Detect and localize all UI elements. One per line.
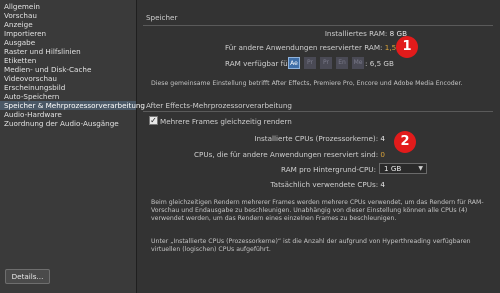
mp-note-2: Unter „Installierte CPUs (Prozessorkerne… xyxy=(151,238,471,253)
ram-per-cpu-value: 1 GB xyxy=(384,164,402,173)
sidebar-item[interactable]: Auto-Speichern xyxy=(0,92,136,101)
media-encoder-icon: Me xyxy=(352,57,364,69)
details-button[interactable]: Details... xyxy=(5,269,50,284)
settings-panel: Speicher Installiertes RAM: 8 GB Für and… xyxy=(143,0,497,293)
reserved-ram-label: Für andere Anwendungen reservierter RAM: xyxy=(224,43,383,52)
render-multiple-frames-label[interactable]: Mehrere Frames gleichzeitig rendern xyxy=(160,117,292,126)
sidebar-item[interactable]: Speicher & Mehrprozessorverarbeitung xyxy=(0,101,145,110)
installed-cpus-label: Installierte CPUs (Prozessorkerne): xyxy=(254,134,379,143)
prelude-icon: Pr xyxy=(320,57,332,69)
mp-section-title: After Effects-Mehrprozessorverarbeitung xyxy=(146,101,292,110)
callout-badge-1: 1 xyxy=(396,36,418,58)
sidebar-item[interactable]: Videovorschau xyxy=(0,74,136,83)
divider xyxy=(143,25,493,26)
preferences-sidebar: Allgemein Vorschau Anzeige Importieren Ausga… xyxy=(0,0,145,293)
ram-available-label: RAM verfügbar für xyxy=(225,59,291,68)
reserved-ram-value[interactable]: 1,5 xyxy=(385,43,396,52)
render-multiple-frames-checkbox[interactable]: ✓ xyxy=(149,116,158,125)
ram-per-cpu-label: RAM pro Hintergrund-CPU: xyxy=(281,165,376,174)
reserved-cpus-label: CPUs, die für andere Anwendungen reservi… xyxy=(193,150,379,159)
encore-icon: En xyxy=(336,57,348,69)
reserved-ram-row: Für andere Anwendungen reservierter RAM:… xyxy=(225,43,409,52)
actual-cpus-label: Tatsächlich verwendete CPUs: xyxy=(270,180,379,189)
sidebar-item[interactable]: Medien- und Disk-Cache xyxy=(0,65,136,74)
reserved-cpus-row: CPUs, die für andere Anwendungen reservi… xyxy=(194,150,385,159)
installed-cpus-value: 4 xyxy=(380,134,385,143)
installed-cpus-row: Installierte CPUs (Prozessorkerne): 4 xyxy=(254,134,385,143)
sidebar-item[interactable]: Etiketten xyxy=(0,56,136,65)
mp-note-1: Beim gleichzeitigen Rendern mehrerer Fra… xyxy=(151,199,484,222)
chevron-down-icon: ▼ xyxy=(418,165,423,172)
callout-badge-2: 2 xyxy=(394,131,416,153)
sidebar-item[interactable]: Importieren xyxy=(0,29,136,38)
sidebar-item[interactable]: Anzeige xyxy=(0,20,136,29)
sidebar-item[interactable]: Vorschau xyxy=(0,11,136,20)
installed-ram-label: Installiertes RAM: xyxy=(324,29,388,38)
sidebar-item[interactable]: Audio-Hardware xyxy=(0,110,136,119)
sidebar-item[interactable]: Zuordnung der Audio-Ausgänge xyxy=(0,119,136,128)
ram-per-cpu-select[interactable]: 1 GB ▼ xyxy=(379,163,427,174)
sidebar-item[interactable]: Raster und Hilfslinien xyxy=(0,47,136,56)
divider xyxy=(143,111,493,112)
memory-note: Diese gemeinsame Einstellung betrifft Af… xyxy=(151,80,463,87)
memory-section-title: Speicher xyxy=(146,13,178,22)
after-effects-icon: Ae xyxy=(288,57,300,69)
actual-cpus-value: 4 xyxy=(380,180,385,189)
ram-available-value: : 6,5 GB xyxy=(365,59,394,68)
reserved-cpus-value[interactable]: 0 xyxy=(380,150,385,159)
premiere-pro-icon: Pr xyxy=(304,57,316,69)
sidebar-item[interactable]: Ausgabe xyxy=(0,38,136,47)
actual-cpus-row: Tatsächlich verwendete CPUs: 4 xyxy=(270,180,385,189)
sidebar-item[interactable]: Allgemein xyxy=(0,2,136,11)
installed-ram-row: Installiertes RAM: 8 GB xyxy=(325,29,407,38)
sidebar-item[interactable]: Erscheinungsbild xyxy=(0,83,136,92)
